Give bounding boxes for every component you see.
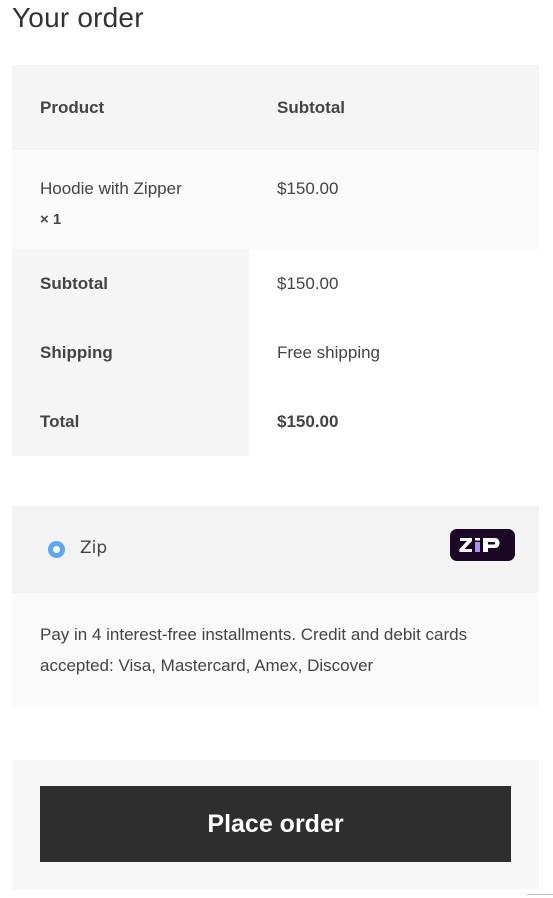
total-row: Total $150.00 xyxy=(12,387,539,456)
product-name: Hoodie with Zipper xyxy=(40,179,182,198)
payment-radio-zip[interactable] xyxy=(48,541,65,558)
order-heading: Your order xyxy=(12,2,144,33)
payment-description: Pay in 4 interest-free installments. Cre… xyxy=(12,593,539,708)
payment-methods: Zip Pay in 4 interest-free installments.… xyxy=(12,506,539,708)
table-header-row: Product Subtotal xyxy=(12,65,539,150)
order-review-table: Product Subtotal Hoodie with Zipper × 1 … xyxy=(12,65,539,456)
payment-method-label[interactable]: Zip xyxy=(80,538,107,558)
place-order-button[interactable]: Place order xyxy=(40,786,511,862)
scroll-edge-divider xyxy=(527,894,553,898)
place-order-section: Place order xyxy=(12,760,539,889)
total-label: Total xyxy=(12,387,249,456)
shipping-value: Free shipping xyxy=(249,318,539,387)
product-quantity: × 1 xyxy=(40,211,62,228)
zip-logo-icon xyxy=(450,529,515,561)
product-price: $150.00 xyxy=(277,179,339,198)
subtotal-row: Subtotal $150.00 xyxy=(12,249,539,318)
table-row: Hoodie with Zipper × 1 $150.00 xyxy=(12,150,539,249)
column-header-subtotal: Subtotal xyxy=(277,97,345,117)
shipping-row: Shipping Free shipping xyxy=(12,318,539,387)
subtotal-value: $150.00 xyxy=(249,249,539,318)
column-header-product: Product xyxy=(40,97,105,117)
subtotal-label: Subtotal xyxy=(12,249,249,318)
total-value: $150.00 xyxy=(249,387,539,456)
shipping-label: Shipping xyxy=(12,318,249,387)
payment-method-zip[interactable]: Zip xyxy=(12,506,539,593)
product-cell: Hoodie with Zipper × 1 xyxy=(12,150,249,249)
